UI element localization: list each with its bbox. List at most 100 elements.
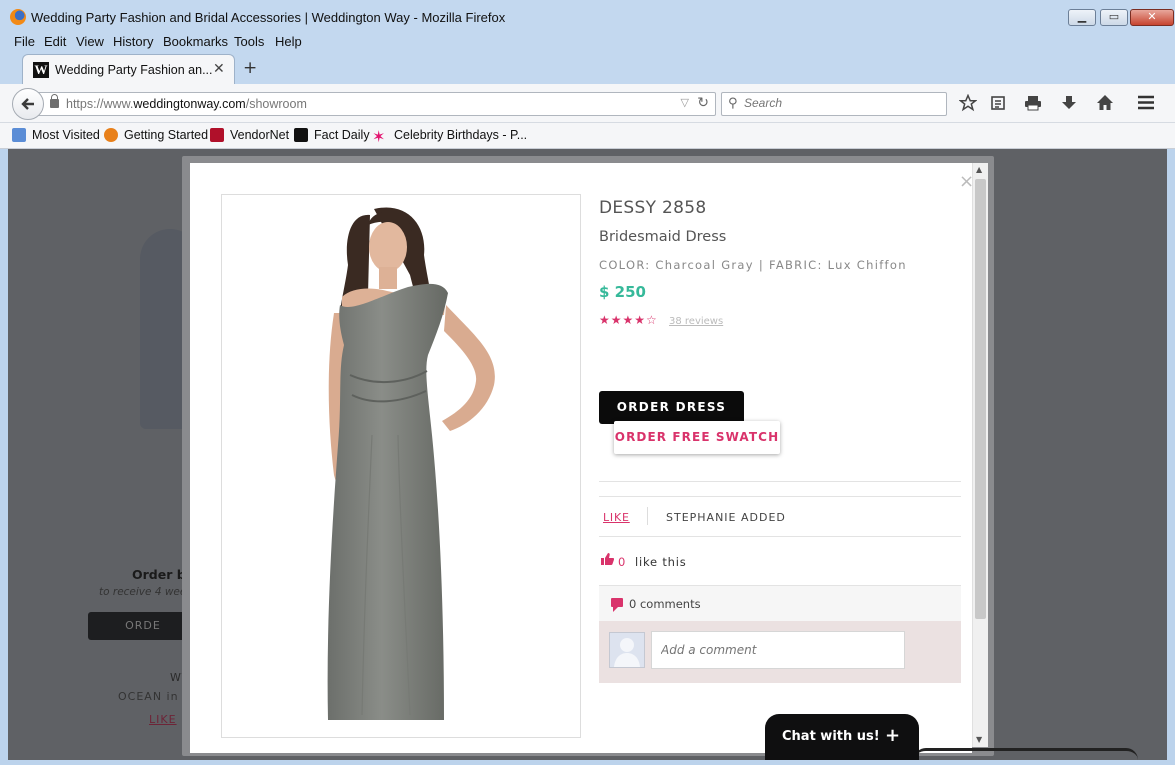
- modal-close-icon[interactable]: ×: [959, 171, 972, 192]
- bookmark-celebrity-birthdays[interactable]: ✶ Celebrity Birthdays - P...: [372, 128, 527, 146]
- search-input[interactable]: [744, 96, 934, 110]
- avatar: [609, 632, 645, 668]
- menu-file[interactable]: File: [14, 34, 35, 49]
- chat-plus-icon: +: [885, 725, 901, 746]
- menu-history[interactable]: History: [113, 34, 153, 49]
- print-icon[interactable]: [1024, 95, 1042, 111]
- modal-scrollbar[interactable]: ▲ ▼: [972, 163, 988, 747]
- tab-close-icon[interactable]: ✕: [213, 61, 225, 77]
- tab-title: Wedding Party Fashion an...: [55, 63, 213, 77]
- bookmarks-toolbar: Most Visited Getting Started VendorNet F…: [0, 123, 1175, 149]
- bookmark-getting-started[interactable]: Getting Started: [104, 128, 208, 142]
- bookmark-label: VendorNet: [230, 128, 290, 142]
- product-price: $ 250: [599, 283, 646, 301]
- chat-tab-shadow: [914, 748, 1138, 760]
- like-count: 0: [618, 555, 626, 569]
- bookmark-fact-daily[interactable]: Fact Daily: [294, 128, 370, 142]
- search-box[interactable]: ⚲: [721, 92, 947, 116]
- page-viewport: Order by to receive 4 week ORDE WT OCEAN…: [8, 149, 1167, 760]
- firefox-icon: [104, 128, 118, 142]
- star-icon[interactable]: [959, 94, 977, 112]
- menu-bookmarks[interactable]: Bookmarks: [163, 34, 228, 49]
- background-order-sub: to receive 4 week: [99, 586, 193, 598]
- reload-icon[interactable]: ↻: [697, 95, 709, 111]
- vendornet-icon: [210, 128, 224, 142]
- comments-count: 0 comments: [629, 597, 701, 611]
- dress-shape: [327, 283, 448, 720]
- tab-strip: W Wedding Party Fashion an... ✕ +: [0, 52, 1175, 84]
- url-prefix: https://www.: [66, 97, 134, 111]
- scroll-up-arrow-icon[interactable]: ▲: [976, 165, 982, 174]
- bookmark-label: Celebrity Birthdays - P...: [394, 128, 528, 142]
- home-icon[interactable]: [1096, 94, 1114, 111]
- bookmark-label: Fact Daily: [314, 128, 370, 142]
- reading-list-icon[interactable]: [990, 95, 1006, 111]
- right-arm-shape: [442, 305, 495, 431]
- product-attributes: COLOR: Charcoal Gray | FABRIC: Lux Chiff…: [599, 258, 907, 272]
- chat-label: Chat with us!: [782, 729, 880, 744]
- bookmark-label: Getting Started: [124, 128, 209, 142]
- history-dropdown-icon[interactable]: ▽: [681, 96, 689, 109]
- fact-daily-icon: [294, 128, 308, 142]
- bookmark-vendornet[interactable]: VendorNet: [210, 128, 289, 142]
- thumbs-up-icon[interactable]: [601, 553, 615, 569]
- new-tab-button[interactable]: +: [243, 58, 257, 78]
- url-path: /showroom: [245, 97, 307, 111]
- weddingtonway-favicon-icon: W: [33, 62, 49, 78]
- product-type: Bridesmaid Dress: [599, 229, 727, 245]
- added-by-label: STEPHANIE ADDED: [666, 511, 786, 524]
- comments-header: 0 comments: [599, 585, 961, 621]
- order-free-swatch-button[interactable]: ORDER FREE SWATCH: [614, 421, 780, 454]
- product-name: DESSY 2858: [599, 198, 707, 218]
- menu-icon[interactable]: [1137, 95, 1155, 110]
- divider: [599, 496, 961, 497]
- firefox-logo-icon: [10, 9, 26, 25]
- minimize-button[interactable]: ▁: [1068, 9, 1096, 26]
- product-image: [221, 194, 581, 738]
- default-avatar-icon: [614, 638, 640, 667]
- menu-view[interactable]: View: [76, 34, 104, 49]
- url-text[interactable]: https://www.weddingtonway.com/showroom: [66, 97, 307, 111]
- menu-tools[interactable]: Tools: [234, 34, 264, 49]
- navigation-bar: https://www.weddingtonway.com/showroom ▽…: [0, 84, 1175, 123]
- window-titlebar: Wedding Party Fashion and Bridal Accesso…: [0, 0, 1175, 32]
- vertical-divider: [647, 507, 648, 525]
- url-bar[interactable]: https://www.weddingtonway.com/showroom ▽…: [38, 92, 716, 116]
- back-button[interactable]: [12, 88, 44, 120]
- back-arrow-icon: [21, 98, 34, 110]
- url-domain: weddingtonway.com: [133, 97, 246, 111]
- face-shape: [369, 222, 407, 272]
- comment-input[interactable]: [651, 631, 905, 669]
- comment-bubble-icon: [611, 598, 623, 612]
- restore-button[interactable]: ▭: [1100, 9, 1128, 26]
- lock-icon: [50, 94, 59, 108]
- product-modal: × DESSY 2858 Bridesmaid Dress COLOR: Cha…: [190, 163, 972, 753]
- download-icon[interactable]: [1061, 95, 1077, 111]
- menu-bar: File Edit View History Bookmarks Tools H…: [0, 32, 1175, 52]
- order-dress-button[interactable]: ORDER DRESS: [599, 391, 744, 424]
- like-link[interactable]: LIKE: [603, 511, 630, 524]
- tab-active[interactable]: W Wedding Party Fashion an... ✕: [22, 54, 235, 84]
- comment-composer: [599, 621, 961, 683]
- most-visited-icon: [12, 128, 26, 142]
- background-like-link: LIKE: [149, 713, 177, 726]
- star-burst-icon: ✶: [372, 129, 386, 146]
- menu-help[interactable]: Help: [275, 34, 302, 49]
- rating-stars: ★★★★☆: [599, 313, 658, 327]
- menu-edit[interactable]: Edit: [44, 34, 66, 49]
- neck-shape: [379, 267, 397, 289]
- reviews-link[interactable]: 38 reviews: [669, 316, 723, 327]
- divider: [599, 536, 961, 537]
- divider: [599, 481, 961, 482]
- background-color-line: OCEAN in C: [118, 690, 192, 703]
- close-window-button[interactable]: ✕: [1130, 9, 1174, 26]
- dress-photo: [327, 207, 495, 720]
- scroll-down-arrow-icon[interactable]: ▼: [976, 735, 982, 744]
- like-this-label: like this: [635, 555, 687, 569]
- thumbs-up-glyph: [601, 553, 615, 565]
- bookmark-most-visited[interactable]: Most Visited: [12, 128, 100, 142]
- scrollbar-thumb[interactable]: [975, 179, 986, 619]
- bookmark-label: Most Visited: [32, 128, 100, 142]
- window-title: Wedding Party Fashion and Bridal Accesso…: [31, 10, 506, 25]
- chat-widget[interactable]: Chat with us! +: [765, 714, 919, 760]
